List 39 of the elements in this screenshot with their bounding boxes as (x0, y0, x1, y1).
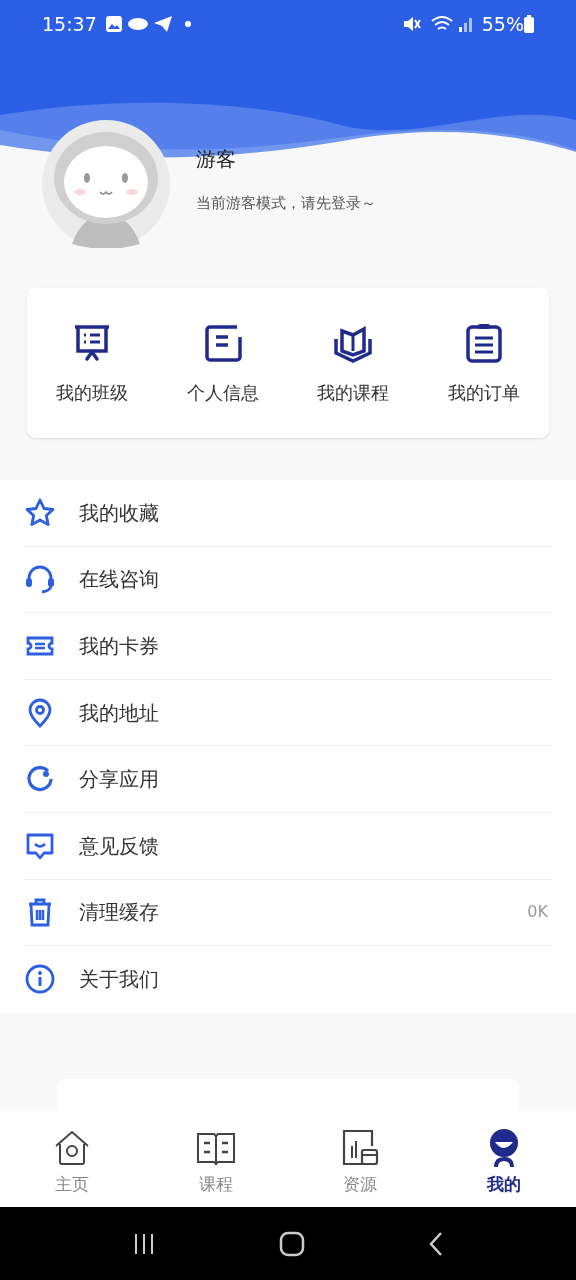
menu-item[interactable]: 分享应用 (24, 746, 552, 813)
tab[interactable]: 主页 (0, 1110, 144, 1207)
menu-label: 在线咨询 (79, 566, 160, 594)
menu-item[interactable]: 清理缓存 0K (24, 879, 552, 947)
status-time: 15:37 (42, 11, 97, 37)
menu-label: 分享应用 (79, 766, 160, 794)
battery-level: 55% (481, 11, 524, 37)
battery-icon (524, 15, 534, 33)
menu-label: 关于我们 (79, 966, 160, 994)
send-icon (152, 15, 173, 33)
star-icon (24, 496, 56, 529)
menu-item[interactable]: 我的卡券 (24, 613, 552, 680)
tab[interactable]: 我的 (432, 1110, 576, 1207)
back-icon[interactable] (428, 1230, 445, 1257)
menu-item[interactable]: 我的地址 (24, 679, 552, 747)
menu-label: 意见反馈 (79, 832, 160, 860)
document-box-icon (340, 1128, 380, 1168)
shortcut-label[interactable]: 我的订单 (447, 378, 520, 406)
mute-icon (401, 15, 422, 33)
menu-item[interactable]: 关于我们 (24, 946, 552, 1013)
shortcut-label[interactable]: 个人信息 (186, 378, 259, 406)
headset-icon (24, 563, 56, 596)
menu-label: 清理缓存 (79, 899, 160, 927)
wifi-icon (429, 15, 454, 33)
tab[interactable]: 资源 (288, 1110, 432, 1207)
home-icon[interactable] (279, 1230, 305, 1257)
menu-item[interactable]: 意见反馈 (24, 812, 552, 880)
profile-subtitle: 当前游客模式，请先登录～ (196, 192, 376, 214)
menu-label: 我的卡券 (79, 633, 160, 660)
menu-label: 我的地址 (79, 699, 160, 727)
tab[interactable]: 课程 (144, 1110, 288, 1207)
signal-icon (457, 15, 474, 33)
cache-size: 0K (527, 901, 548, 924)
menu-item[interactable]: 在线咨询 (24, 546, 552, 614)
menu-label: 我的收藏 (79, 499, 160, 527)
menu-item[interactable]: 我的收藏 (24, 480, 552, 547)
shortcut-label[interactable]: 我的班级 (56, 378, 129, 406)
info-icon (24, 963, 56, 996)
shortcut-label[interactable]: 我的课程 (317, 378, 390, 406)
